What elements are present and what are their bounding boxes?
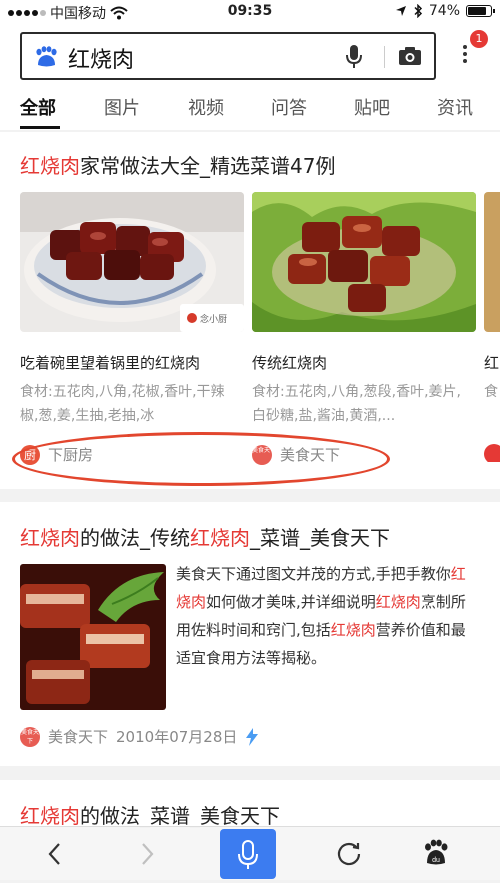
status-bar: 中国移动 09:35 74%	[0, 0, 500, 24]
notification-badge: 1	[470, 30, 488, 48]
article-thumbnail[interactable]	[20, 564, 166, 710]
result-title[interactable]: 红烧肉家常做法大全_精选菜谱47例	[20, 150, 335, 179]
desc-text: 美食天下通过图文并茂的方式,手把手教你	[176, 565, 451, 583]
recipe-ingredients: 食材:五花肉,八角,花椒,香叶,干辣椒,葱,姜,生抽,老抽,冰	[20, 384, 225, 424]
tab-indicator	[20, 126, 60, 129]
title-text: _菜谱_美食天下	[250, 526, 390, 550]
tab-videos[interactable]: 视频	[188, 94, 224, 120]
desc-keyword: 红烧肉	[330, 621, 376, 639]
status-right: 74%	[395, 3, 495, 19]
recipe-ingredients: 食	[484, 384, 498, 400]
recipe-source	[484, 444, 500, 462]
title-keyword: 红烧肉	[190, 526, 250, 550]
search-divider	[384, 46, 385, 68]
recipe-name[interactable]: 吃着碗里望着锅里的红烧肉	[20, 352, 200, 373]
tab-qa[interactable]: 问答	[271, 94, 307, 120]
bottom-toolbar: du	[0, 826, 500, 880]
search-header: 红烧肉 1 全部 图片 视频 问答 贴吧 资讯	[0, 24, 500, 130]
tab-news[interactable]: 资讯	[437, 94, 473, 120]
result-card-article: 红烧肉的做法_传统红烧肉_菜谱_美食天下 美食天下通过图文并茂的方式,手把手教你…	[0, 502, 500, 766]
camera-icon[interactable]	[398, 46, 422, 66]
battery-percent: 74%	[428, 3, 460, 19]
recipe-name[interactable]: 传统红烧肉	[252, 352, 327, 373]
recipe-item-peek[interactable]: 红 食	[484, 192, 500, 462]
bluetooth-icon	[414, 4, 422, 18]
back-icon[interactable]	[44, 841, 66, 867]
recipe-item[interactable]: 传统红烧肉 食材:五花肉,八角,葱段,香叶,姜片,白砂糖,盐,酱油,黄酒,...…	[252, 192, 478, 465]
title-text: 的做法_菜谱_美食天下	[80, 804, 280, 828]
forward-icon[interactable]	[136, 841, 158, 867]
search-box[interactable]: 红烧肉	[20, 32, 436, 80]
source-logo	[484, 444, 500, 462]
publish-date: 2010年07月28日	[116, 728, 238, 746]
battery-icon	[466, 5, 495, 17]
meishitianxia-logo: 美食天下	[20, 726, 40, 747]
source-name: 美食天下	[48, 728, 109, 746]
search-input[interactable]: 红烧肉	[68, 42, 134, 74]
article-description: 美食天下通过图文并茂的方式,手把手教你红烧肉如何做才美味,并详细说明红烧肉烹制所…	[176, 560, 476, 672]
recipe-image[interactable]	[484, 192, 500, 332]
recipe-ingredients: 食材:五花肉,八角,葱段,香叶,姜片,白砂糖,盐,酱油,黄酒,...	[252, 384, 461, 424]
voice-icon	[238, 840, 258, 869]
result-title[interactable]: 红烧肉的做法_传统红烧肉_菜谱_美食天下	[20, 522, 390, 551]
voice-search-button[interactable]	[220, 829, 276, 879]
desc-text: 如何做才美味,并详细说明	[206, 593, 376, 611]
article-meta: 美食天下 美食天下 2010年07月28日	[20, 726, 259, 747]
pork-bowl-image	[20, 192, 244, 332]
title-keyword: 红烧肉	[20, 526, 80, 550]
result-card-recipes: 红烧肉家常做法大全_精选菜谱47例 念小厨 吃着碗里望着锅里的红烧肉 食材:五花…	[0, 132, 500, 489]
svg-text:du: du	[432, 857, 440, 864]
baidu-paw-icon	[36, 46, 57, 67]
pork-plate-image	[252, 192, 476, 332]
title-text: 的做法_传统	[80, 526, 190, 550]
image-watermark: 念小厨	[200, 315, 228, 325]
title-keyword: 红烧肉	[20, 804, 80, 828]
title-text: 家常做法大全_精选菜谱47例	[80, 154, 336, 178]
tab-all[interactable]: 全部	[20, 94, 56, 120]
recipe-item[interactable]: 念小厨 吃着碗里望着锅里的红烧肉 食材:五花肉,八角,花椒,香叶,干辣椒,葱,姜…	[20, 192, 246, 465]
tab-images[interactable]: 图片	[104, 94, 140, 120]
location-icon	[395, 6, 406, 16]
desc-keyword: 红烧肉	[375, 593, 421, 611]
result-title[interactable]: 红烧肉的做法_菜谱_美食天下	[20, 800, 280, 829]
recipe-name: 红	[484, 354, 500, 372]
home-icon[interactable]: du	[422, 839, 450, 867]
more-icon[interactable]	[456, 42, 474, 70]
tab-tieba[interactable]: 贴吧	[354, 94, 390, 120]
recipe-image[interactable]	[252, 192, 476, 332]
annotation-oval	[12, 432, 390, 486]
lightning-icon	[246, 727, 259, 746]
pork-closeup-image	[20, 564, 166, 710]
tab-bar: 全部 图片 视频 问答 贴吧 资讯	[0, 90, 500, 130]
title-keyword: 红烧肉	[20, 154, 80, 178]
microphone-icon[interactable]	[344, 44, 364, 70]
reload-icon[interactable]	[336, 840, 362, 866]
recipe-image[interactable]: 念小厨	[20, 192, 244, 332]
